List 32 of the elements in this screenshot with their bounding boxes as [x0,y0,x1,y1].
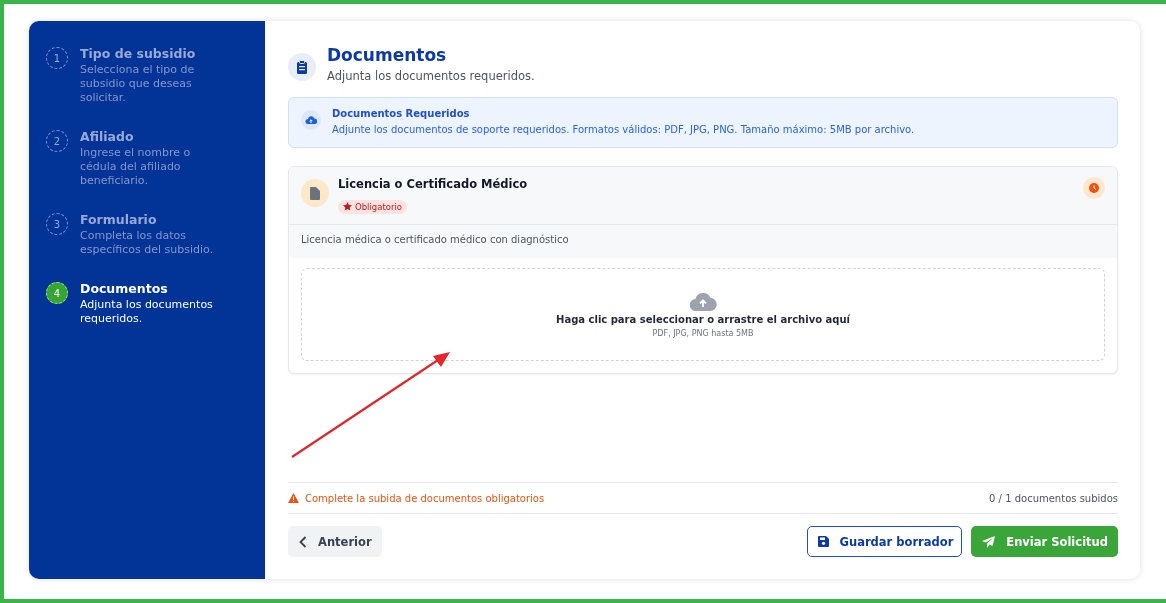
star-icon [343,202,352,211]
file-glyph-icon [310,186,320,200]
warning-message: Complete la subida de documentos obligatorios [305,492,545,504]
dropzone-text: Haga clic para seleccionar o arrastre el archivo aquí [556,313,850,325]
clipboard-glyph-icon [296,60,308,74]
document-title: Licencia o Certificado Médico [338,177,529,191]
document-description: Licencia médica o certificado médico con diagnóstico [289,224,1117,258]
status-glyph-icon [1089,183,1099,193]
step-title[interactable]: Tipo de subsidio [80,46,230,61]
step-description: Ingrese el nombre o cédula del afiliado beneficiario. [80,146,192,188]
back-button[interactable]: Anterior [288,526,382,557]
save-draft-button[interactable]: Guardar borrador [806,526,963,557]
step-title[interactable]: Formulario [80,212,230,227]
upload-count: 0 / 1 documentos subidos [989,492,1118,504]
step-description: Selecciona el tipo de subsidio que deseas solicitar. [80,63,196,105]
cloud-upload-icon [689,291,717,312]
page-subtitle: Adjunta los documentos requeridos. [327,69,535,83]
page-title: Documentos [327,45,448,65]
dropzone-hint: PDF, JPG, PNG hasta 5MB [652,328,754,338]
step-description: Adjunta los documentos requeridos. [80,298,214,326]
badge-label: Obligatorio [355,201,402,212]
chevron-left-icon [299,535,307,548]
step-description: Completa los datos específicos del subsidio. [80,229,215,257]
warning-icon [288,493,299,503]
info-text: Adjunte los documentos de soporte requeridos. Formatos válidos: PDF, JPG, PNG. Tamaño máximo: 5MB por archivo. [332,124,915,135]
info-title: Documentos Requeridos [332,108,471,119]
cloud-glyph-icon [305,115,317,125]
upload-dropzone[interactable]: Haga clic para seleccionar o arrastre el archivo aquí PDF, JPG, PNG hasta 5MB [301,268,1105,361]
paper-plane-icon [982,535,996,548]
step-title[interactable]: Afiliado [80,129,230,144]
step-number: 4 [46,282,68,304]
step-title[interactable]: Documentos [80,281,230,296]
